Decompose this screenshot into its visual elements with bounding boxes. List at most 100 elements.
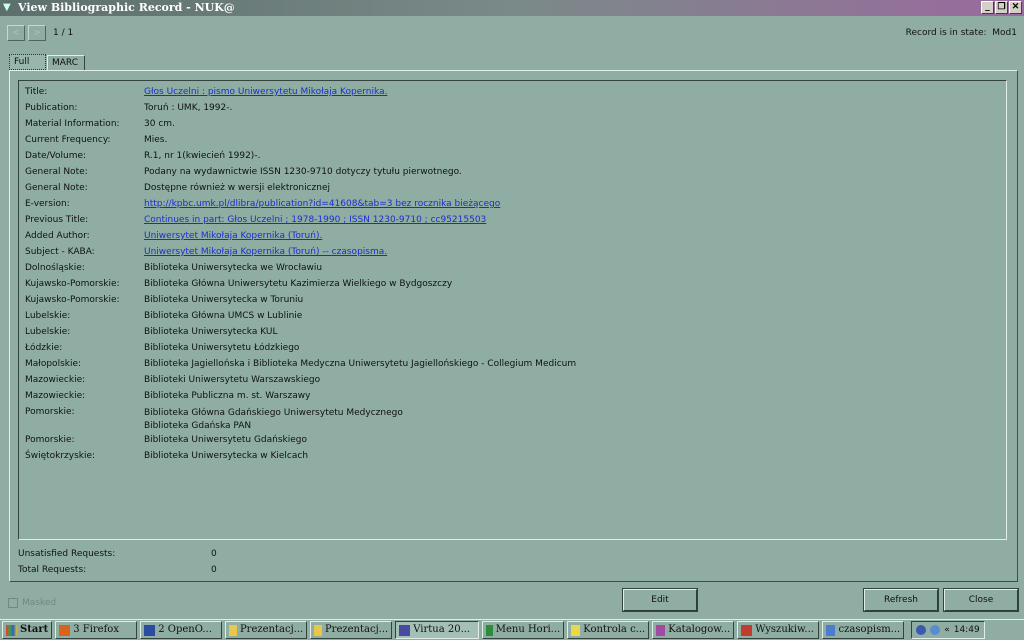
record-position: 1 / 1: [53, 28, 74, 38]
taskbar-item-label: Kontrola c...: [583, 624, 646, 635]
field-link[interactable]: Uniwersytet Mikołaja Kopernika (Toruń).: [144, 231, 322, 241]
field-label: Małopolskie:: [25, 359, 82, 369]
record-row: Pomorskie: Biblioteka Główna Gdańskiego U…: [25, 407, 403, 432]
record-row: Title: Głos Uczelni : pismo Uniwersytetu …: [25, 87, 387, 97]
taskbar-item[interactable]: Menu Hori...: [482, 621, 565, 639]
taskbar-item[interactable]: Katalogow...: [652, 621, 735, 639]
unsatisfied-requests-label: Unsatisfied Requests:: [18, 549, 116, 559]
record-state-label: Record is in state:: [905, 28, 987, 38]
record-row: Publication: Toruń : UMK, 1992-.: [25, 103, 232, 113]
field-label: Kujawsko-Pomorskie:: [25, 279, 120, 289]
field-label: Lubelskie:: [25, 311, 71, 321]
field-value: Biblioteka Publiczna m. st. Warszawy: [144, 391, 310, 401]
taskbar: Start 3 Firefox 2 OpenO... Prezentacj... Pr…: [0, 619, 1024, 640]
field-label: Lubelskie:: [25, 327, 71, 337]
prev-record-button[interactable]: <: [7, 25, 25, 41]
field-text: Biblioteka Uniwersytetu Gdańskiego: [144, 435, 308, 445]
masked-label: Masked: [22, 598, 57, 608]
taskbar-item-label: 3 Firefox: [73, 624, 119, 635]
app-icon: [741, 624, 753, 636]
field-text: Biblioteka Uniwersytecka w Toruniu: [144, 295, 304, 305]
record-row: Dolnośląskie: Biblioteka Uniwersytecka we…: [25, 263, 322, 273]
field-link[interactable]: Głos Uczelni : pismo Uniwersytetu Mikoła…: [144, 87, 387, 97]
field-text: Biblioteka Uniwersytetu Łódzkiego: [144, 343, 300, 353]
taskbar-item-label: 2 OpenO...: [158, 624, 212, 635]
taskbar-item[interactable]: Virtua 20...: [395, 621, 480, 639]
image-icon: [656, 624, 666, 636]
field-value: Uniwersytet Mikołaja Kopernika (Toruń).: [144, 231, 322, 241]
tab-full[interactable]: Full: [9, 54, 46, 70]
field-label: Pomorskie:: [25, 435, 75, 445]
field-text: Biblioteka Publiczna m. st. Warszawy: [144, 391, 311, 401]
refresh-button[interactable]: Refresh: [863, 588, 939, 612]
field-text: 30 cm.: [144, 119, 175, 129]
taskbar-item[interactable]: Prezentacj...: [310, 621, 393, 639]
clock: 14:49: [953, 625, 980, 635]
next-record-button[interactable]: >: [28, 25, 46, 41]
app-icon: [486, 624, 493, 636]
record-row: Świętokrzyskie: Biblioteka Uniwersytecka …: [25, 451, 308, 461]
taskbar-item[interactable]: 2 OpenO...: [140, 621, 223, 639]
windows-logo-icon: [6, 624, 17, 636]
media-icon[interactable]: [916, 625, 927, 635]
field-label: Added Author:: [25, 231, 90, 241]
record-row: Current Frequency: Mies.: [25, 135, 167, 145]
record-row: Łódzkie: Biblioteka Uniwersytetu Łódzkieg…: [25, 343, 299, 353]
maximize-button[interactable]: ❐: [995, 1, 1008, 14]
field-link[interactable]: Continues in part: Głos Uczelni ; 1978-1…: [144, 215, 486, 225]
system-tray: « 14:49: [911, 621, 985, 639]
total-requests-value: 0: [211, 565, 217, 575]
field-text: Dostępne również w wersji elektronicznej: [144, 183, 331, 193]
field-value: Biblioteka Uniwersytecka KUL: [144, 327, 278, 337]
masked-checkbox[interactable]: Masked: [8, 598, 56, 608]
taskbar-item[interactable]: Prezentacj...: [225, 621, 308, 639]
taskbar-item[interactable]: Wyszukiw...: [737, 621, 820, 639]
field-label: General Note:: [25, 183, 88, 193]
record-row: Małopolskie: Biblioteka Jagiellońska i Bi…: [25, 359, 576, 369]
taskbar-item-label: Menu Hori...: [495, 624, 561, 635]
record-row: Subject - KABA: Uniwersytet Mikołaja Kope…: [25, 247, 387, 257]
document-icon: [826, 624, 836, 636]
field-text: Biblioteka Główna UMCS w Lublinie: [144, 311, 303, 321]
record-row: Lubelskie: Biblioteka Główna UMCS w Lubli…: [25, 311, 302, 321]
record-row: General Note: Podany na wydawnictwie ISSN…: [25, 167, 462, 177]
field-value: http://kpbc.umk.pl/dlibra/publication?id…: [144, 199, 500, 209]
field-value: Głos Uczelni : pismo Uniwersytetu Mikoła…: [144, 87, 387, 97]
record-row: Date/Volume: R.1, nr 1(kwiecień 1992)-.: [25, 151, 260, 161]
field-value: Biblioteka Uniwersytecka w Toruniu: [144, 295, 303, 305]
taskbar-item-label: Virtua 20...: [413, 624, 471, 635]
taskbar-item[interactable]: 3 Firefox: [55, 621, 138, 639]
field-text: Biblioteka Uniwersytecka w Kielcach: [144, 451, 309, 461]
edit-button[interactable]: Edit: [622, 588, 698, 612]
close-window-button[interactable]: ✕: [1009, 1, 1022, 14]
show-hidden-icons-button[interactable]: «: [944, 625, 950, 635]
field-text: Podany na wydawnictwie ISSN 1230-9710 do…: [144, 167, 462, 177]
field-value: Podany na wydawnictwie ISSN 1230-9710 do…: [144, 167, 462, 177]
field-label: Mazowieckie:: [25, 391, 86, 401]
taskbar-item-label: czasopism...: [838, 624, 901, 635]
field-text: Biblioteka Uniwersytecka KUL: [144, 327, 278, 337]
field-label: Dolnośląskie:: [25, 263, 85, 273]
field-label: Date/Volume:: [25, 151, 87, 161]
field-link[interactable]: Uniwersytet Mikołaja Kopernika (Toruń) -…: [144, 247, 387, 257]
record-row: Mazowieckie: Biblioteki Uniwersytetu Wars…: [25, 375, 320, 385]
field-value: Biblioteka Główna Uniwersytetu Kazimierz…: [144, 279, 452, 289]
taskbar-item[interactable]: Kontrola c...: [567, 621, 650, 639]
network-icon[interactable]: [930, 625, 941, 635]
field-value: Uniwersytet Mikołaja Kopernika (Toruń) -…: [144, 247, 387, 257]
field-text: Toruń : UMK, 1992-.: [144, 103, 233, 113]
field-value: Biblioteka Uniwersytetu Łódzkiego: [144, 343, 299, 353]
taskbar-item[interactable]: czasopism...: [822, 621, 905, 639]
field-text: Biblioteka Główna Uniwersytetu Kazimierz…: [144, 279, 453, 289]
start-button[interactable]: Start: [2, 621, 53, 639]
checkbox-icon: [8, 598, 18, 608]
field-label: Previous Title:: [25, 215, 89, 225]
tab-marc[interactable]: MARC: [47, 55, 85, 71]
field-link[interactable]: http://kpbc.umk.pl/dlibra/publication?id…: [144, 199, 500, 209]
field-value: Dostępne również w wersji elektronicznej: [144, 183, 330, 193]
minimize-button[interactable]: _: [981, 1, 994, 14]
close-button[interactable]: Close: [943, 588, 1019, 612]
record-row: E-version: http://kpbc.umk.pl/dlibra/publ…: [25, 199, 500, 209]
total-requests-label: Total Requests:: [18, 565, 87, 575]
field-label: Pomorskie:: [25, 407, 75, 417]
